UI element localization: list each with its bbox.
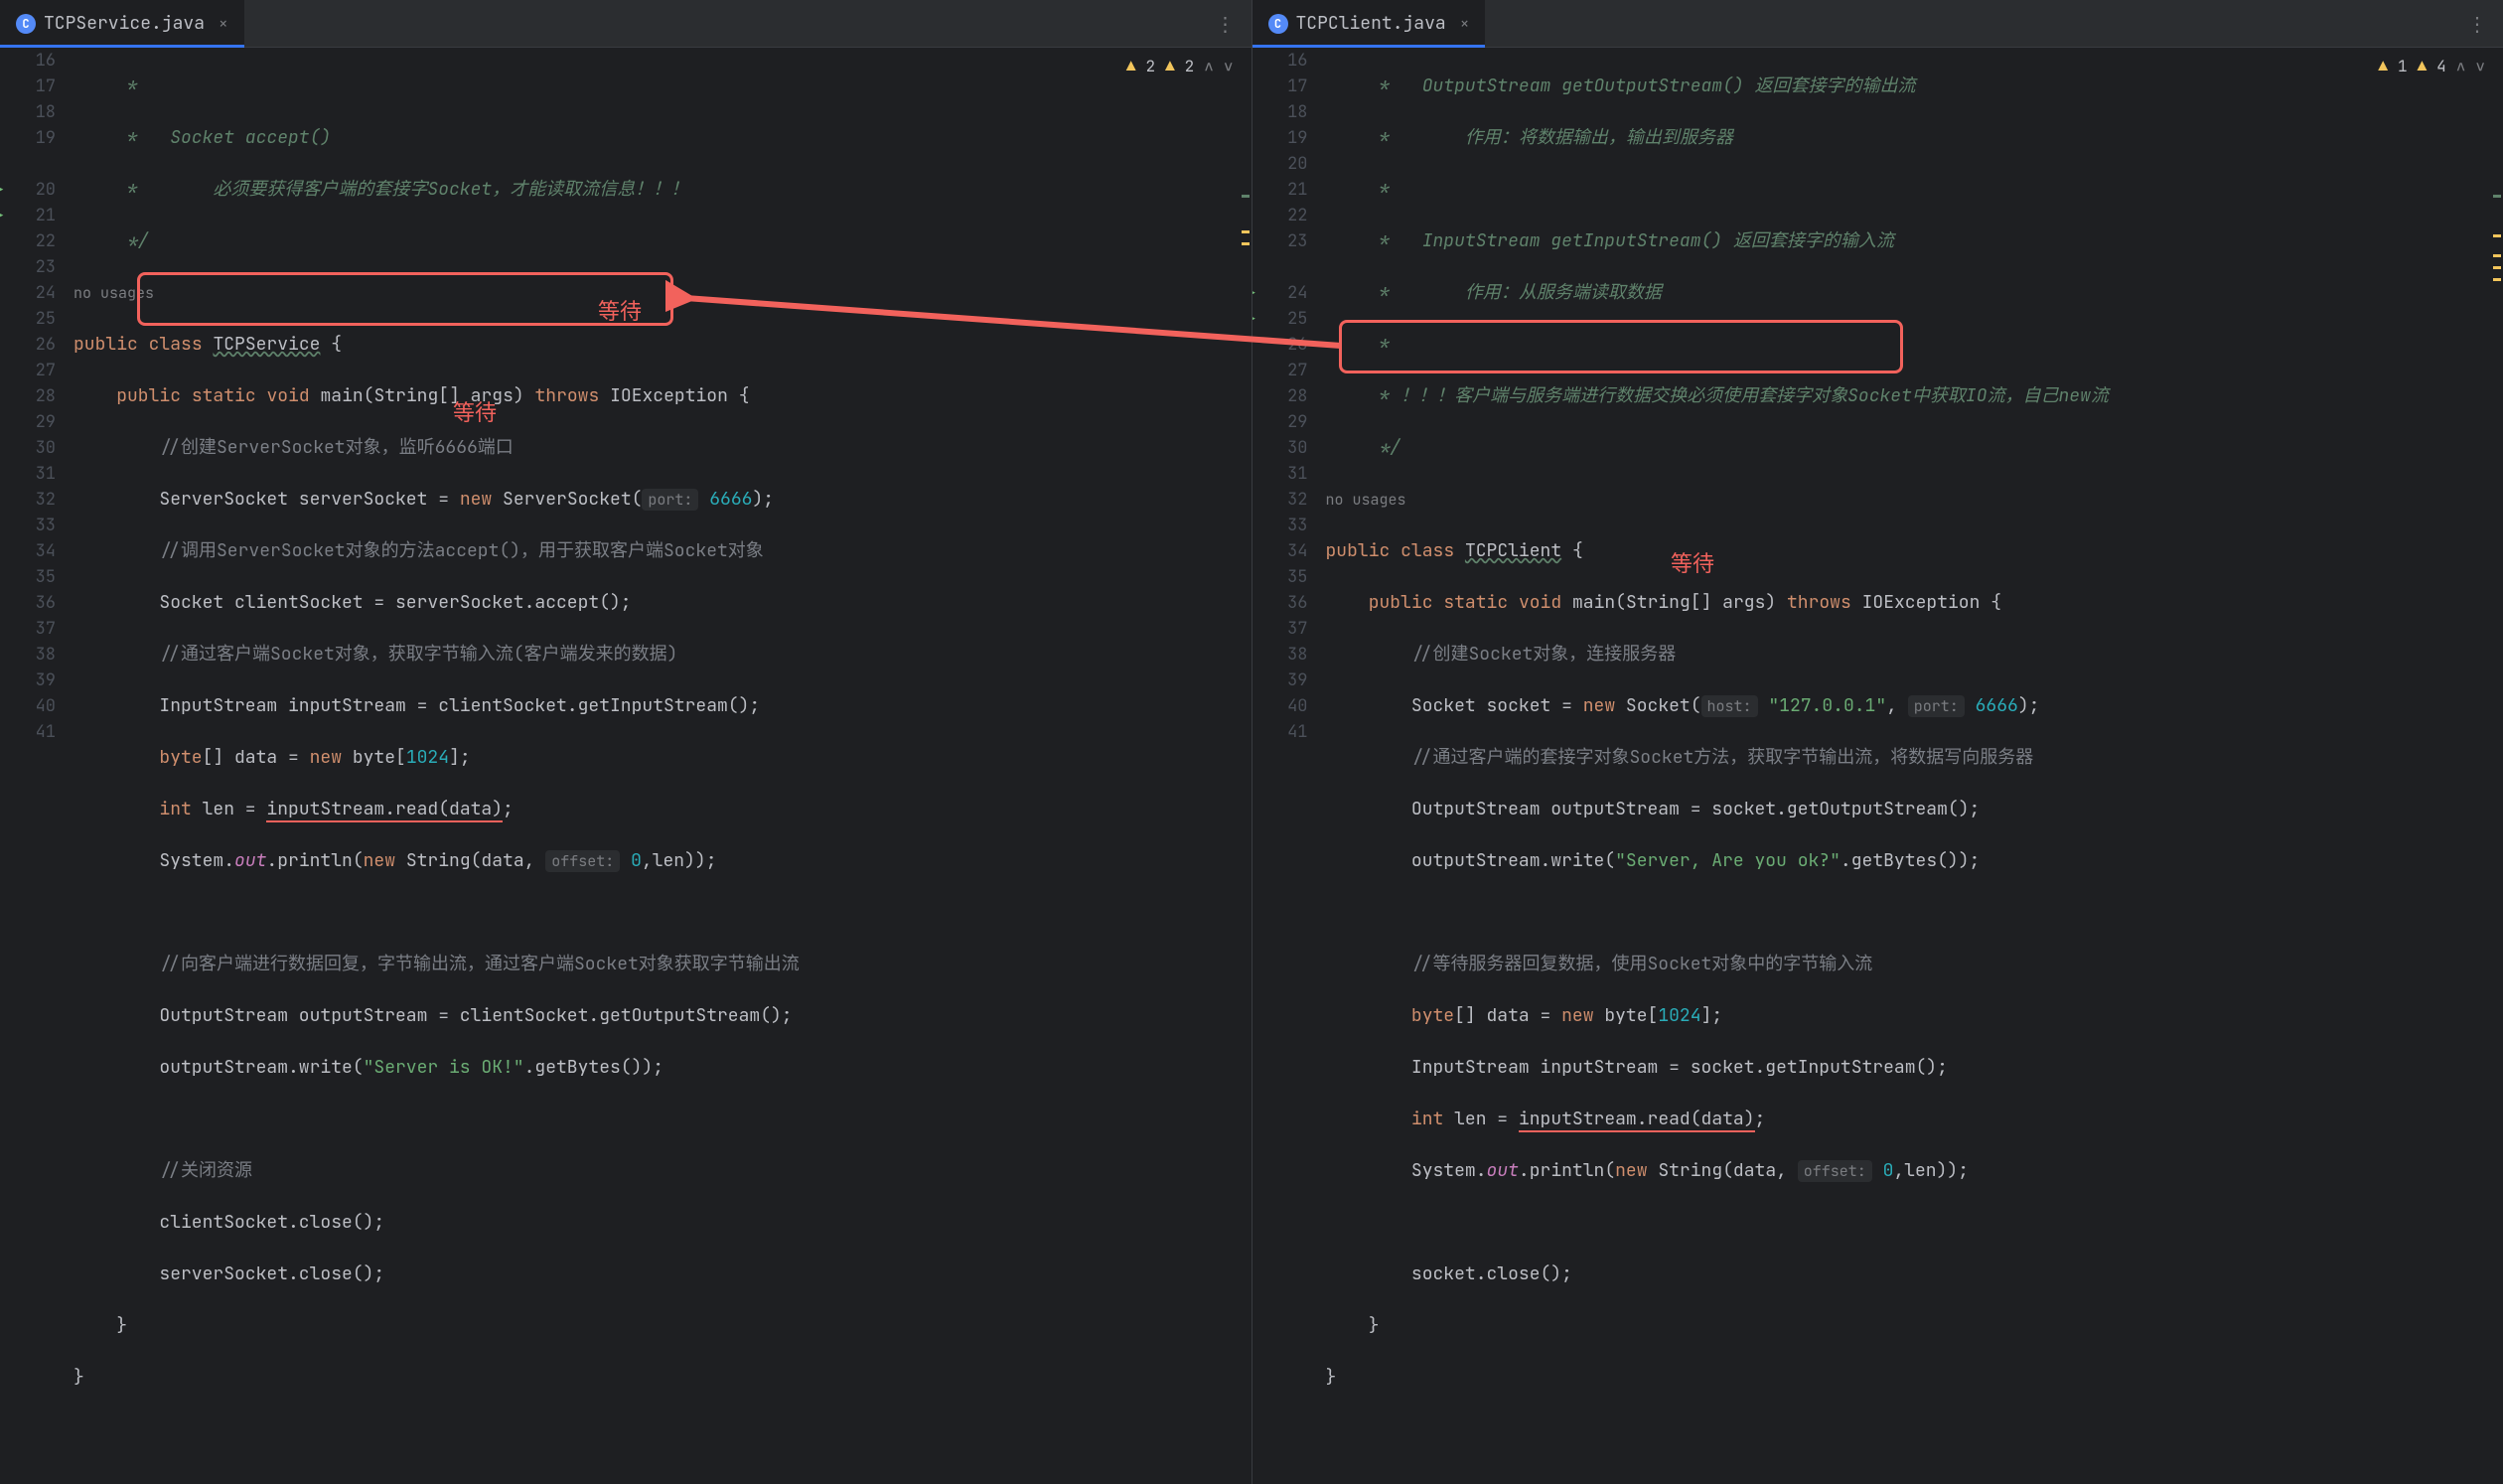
line-number[interactable]: 19 [0,125,56,151]
prev-icon[interactable]: ∧ [1204,56,1214,76]
line-number[interactable]: 29 [1252,409,1308,435]
line-number[interactable]: 26 [1252,332,1308,358]
usages-hint[interactable]: no usages [1326,490,1406,510]
line-number[interactable]: 26 [0,332,56,358]
warning-icon: ▲ [1126,56,1136,76]
usages-hint[interactable]: no usages [74,283,154,303]
line-number[interactable]: 25▶ [1252,306,1308,332]
warning-icon: ▲ [2418,56,2428,76]
left-editor[interactable]: ▲ 2 ▲ 2 ∧ ∨ 16171819 20▶21▶2223242526272829… [0,48,1252,1484]
line-number[interactable]: 23 [1252,228,1308,254]
line-number[interactable]: 28 [1252,383,1308,409]
close-icon[interactable]: × [1460,13,1470,34]
left-code[interactable]: * * Socket accept() * 必须要获得客户端的套接字Socket… [68,48,1252,1484]
right-code[interactable]: * OutputStream getOutputStream() 返回套接字的输… [1320,48,2503,1484]
line-number[interactable]: 27 [1252,358,1308,383]
left-editor-pane: C TCPService.java × ⋮ ▲ 2 ▲ 2 ∧ ∨ 16171819… [0,0,1252,1484]
line-number[interactable]: 17 [1252,74,1308,99]
line-number[interactable]: 34 [1252,538,1308,564]
line-number[interactable]: 31 [0,461,56,487]
run-icon[interactable]: ▶ [0,203,3,228]
run-icon[interactable]: ▶ [0,177,3,203]
line-number[interactable]: 24 [0,280,56,306]
prev-icon[interactable]: ∧ [2456,56,2466,76]
line-number[interactable]: 21▶ [0,203,56,228]
line-number[interactable]: 36 [1252,590,1308,616]
line-number[interactable]: 20 [1252,151,1308,177]
line-number[interactable]: 29 [0,409,56,435]
line-number[interactable]: 16 [0,48,56,74]
warning-icon: ▲ [1165,56,1175,76]
line-number[interactable]: 22 [1252,203,1308,228]
line-number[interactable] [0,151,56,177]
line-number[interactable]: 37 [1252,616,1308,642]
warn-count: 2 [1185,56,1195,76]
line-number[interactable]: 40 [0,693,56,719]
line-number[interactable]: 38 [1252,642,1308,668]
right-gutter: 1617181920212223 24▶25▶262728293031323334… [1252,48,1320,1484]
line-number[interactable] [1252,254,1308,280]
tab-menu-icon[interactable]: ⋮ [1200,11,1252,37]
line-number[interactable]: 33 [0,513,56,538]
right-editor[interactable]: ▲ 1 ▲ 4 ∧ ∨ 1617181920212223 24▶25▶26272829… [1252,48,2503,1484]
close-icon[interactable]: × [219,13,228,34]
line-number[interactable]: 20▶ [0,177,56,203]
line-number[interactable]: 31 [1252,461,1308,487]
line-number[interactable]: 19 [1252,125,1308,151]
next-icon[interactable]: ∨ [2475,56,2485,76]
line-number[interactable]: 23 [0,254,56,280]
tab-tcpservice[interactable]: C TCPService.java × [0,0,244,47]
left-scrollstrip[interactable] [1240,95,1252,1484]
line-number[interactable]: 30 [0,435,56,461]
line-number[interactable]: 18 [1252,99,1308,125]
left-gutter: 16171819 20▶21▶22232425262728293031323334… [0,48,68,1484]
line-number[interactable]: 21 [1252,177,1308,203]
left-tabbar: C TCPService.java × ⋮ [0,0,1252,48]
warn-count: 2 [1145,56,1155,76]
line-number[interactable]: 36 [0,590,56,616]
run-icon[interactable]: ▶ [1252,306,1255,332]
line-number[interactable]: 35 [0,564,56,590]
warn-count: 4 [2436,56,2446,76]
line-number[interactable]: 39 [0,668,56,693]
run-icon[interactable]: ▶ [1252,280,1255,306]
right-scrollstrip[interactable] [2491,95,2503,1484]
tab-label: TCPService.java [44,12,205,35]
line-number[interactable]: 34 [0,538,56,564]
line-number[interactable]: 28 [0,383,56,409]
right-tabbar: C TCPClient.java × ⋮ [1252,0,2503,48]
inspection-widget[interactable]: ▲ 1 ▲ 4 ∧ ∨ [2372,54,2491,78]
line-number[interactable]: 32 [0,487,56,513]
right-editor-pane: C TCPClient.java × ⋮ ▲1 ▲4 ∧ ∨ 161718192… [1252,0,2503,1484]
line-number[interactable]: 25 [0,306,56,332]
line-number[interactable]: 24▶ [1252,280,1308,306]
line-number[interactable]: 17 [0,74,56,99]
line-number[interactable]: 22 [0,228,56,254]
line-number[interactable]: 33 [1252,513,1308,538]
warning-icon: ▲ [2378,56,2388,76]
tab-tcpclient[interactable]: C TCPClient.java × [1252,0,1486,47]
next-icon[interactable]: ∨ [1224,56,1234,76]
warn-count: 1 [2398,56,2408,76]
tab-label: TCPClient.java [1296,12,1446,35]
class-icon: C [16,14,36,34]
line-number[interactable]: 37 [0,616,56,642]
line-number[interactable]: 35 [1252,564,1308,590]
line-number[interactable]: 41 [1252,719,1308,745]
inspection-widget[interactable]: ▲ 2 ▲ 2 ∧ ∨ [1120,54,1240,78]
tab-menu-icon[interactable]: ⋮ [2451,11,2503,37]
line-number[interactable]: 41 [0,719,56,745]
line-number[interactable]: 16 [1252,48,1308,74]
line-number[interactable]: 18 [0,99,56,125]
line-number[interactable]: 30 [1252,435,1308,461]
line-number[interactable]: 27 [0,358,56,383]
line-number[interactable]: 40 [1252,693,1308,719]
line-number[interactable]: 32 [1252,487,1308,513]
line-number[interactable]: 38 [0,642,56,668]
class-icon: C [1268,14,1288,34]
line-number[interactable]: 39 [1252,668,1308,693]
